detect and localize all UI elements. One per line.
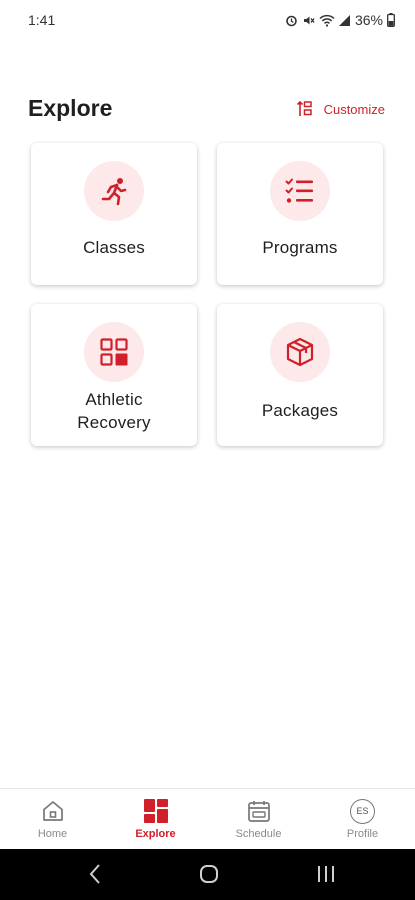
programs-icon-wrap xyxy=(270,161,330,221)
customize-label: Customize xyxy=(323,101,385,117)
sort-icon xyxy=(296,100,312,116)
nav-home[interactable]: Home xyxy=(1,789,104,850)
battery-icon xyxy=(387,13,395,27)
mute-icon xyxy=(303,16,315,24)
card-label: Packages xyxy=(261,401,339,420)
home-icon xyxy=(42,801,63,821)
recent-apps-icon[interactable] xyxy=(317,865,335,883)
nav-profile-label: Profile xyxy=(346,828,379,840)
card-label: Athletic Recovery xyxy=(77,388,150,434)
card-packages[interactable]: Packages xyxy=(217,304,383,446)
status-bar: 1:41 36% xyxy=(0,0,415,40)
package-box-icon xyxy=(286,337,314,367)
nav-explore[interactable]: Explore xyxy=(104,789,207,850)
nav-explore-label: Explore xyxy=(135,828,176,840)
wifi-icon xyxy=(319,14,335,27)
signal-icon xyxy=(338,14,350,26)
avatar: ES xyxy=(350,798,375,824)
packages-icon-wrap xyxy=(270,322,330,382)
nav-schedule[interactable]: Schedule xyxy=(207,789,310,850)
bottom-nav: Home Explore Schedule ES Profile xyxy=(0,788,415,849)
classes-icon-wrap xyxy=(84,161,144,221)
card-athletic-recovery[interactable]: Athletic Recovery xyxy=(31,304,197,446)
nav-home-label: Home xyxy=(37,828,68,840)
card-programs[interactable]: Programs xyxy=(217,143,383,285)
recovery-icon-wrap xyxy=(84,322,144,382)
grid-icon xyxy=(100,338,128,366)
checklist-icon xyxy=(285,178,313,203)
nav-schedule-label: Schedule xyxy=(235,828,282,840)
back-icon[interactable] xyxy=(88,863,102,885)
card-label: Classes xyxy=(83,238,145,257)
card-label: Programs xyxy=(262,238,338,257)
nav-profile[interactable]: ES Profile xyxy=(311,789,414,850)
card-classes[interactable]: Classes xyxy=(31,143,197,285)
running-person-icon xyxy=(101,178,127,206)
calendar-icon xyxy=(247,801,270,822)
home-button-icon[interactable] xyxy=(199,864,219,884)
status-icons: 36% xyxy=(285,12,395,28)
dashboard-icon xyxy=(143,799,168,823)
customize-button[interactable]: Customize xyxy=(296,100,385,118)
battery-percent: 36% xyxy=(354,12,383,28)
system-nav-bar xyxy=(0,849,415,900)
alarm-icon xyxy=(286,15,297,26)
card-label-line2: Recovery xyxy=(77,413,151,432)
page-title: Explore xyxy=(28,95,113,121)
status-time: 1:41 xyxy=(28,12,56,28)
card-label-line1: Athletic xyxy=(85,390,143,409)
